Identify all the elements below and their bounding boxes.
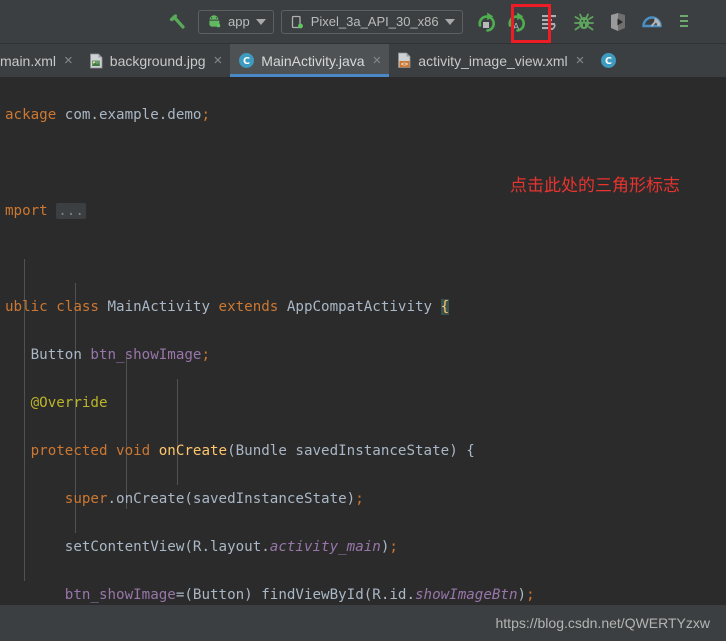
- instruction-annotation: 点击此处的三角形标志: [510, 176, 680, 196]
- code-editor[interactable]: ackage com.example.demo; mport ... ublic…: [0, 77, 726, 605]
- hammer-icon[interactable]: [165, 9, 191, 35]
- sync-project-with-gradle-files-icon[interactable]: [537, 9, 563, 35]
- apply-code-changes-icon[interactable]: A: [504, 9, 530, 35]
- code-line: protected void onCreate(Bundle savedInst…: [30, 443, 475, 459]
- android-device-icon: [288, 13, 306, 31]
- tab-background-jpg[interactable]: background.jpg ×: [81, 44, 231, 77]
- apply-changes-and-restart-activity-icon[interactable]: [473, 9, 499, 35]
- java-class-file-icon: C: [238, 52, 255, 69]
- image-file-icon: [89, 53, 104, 69]
- run-configuration-label: app: [228, 14, 250, 29]
- svg-text:C: C: [605, 56, 612, 67]
- code-line: super.onCreate(savedInstanceState);: [64, 491, 364, 507]
- code-line: mport ...: [5, 203, 86, 219]
- close-icon[interactable]: ×: [373, 53, 382, 68]
- xml-layout-file-icon: <>: [397, 52, 412, 69]
- code-line: ublic class MainActivity extends AppComp…: [5, 299, 450, 315]
- debug-icon[interactable]: [571, 9, 597, 35]
- code-line: @Override: [30, 395, 108, 411]
- svg-text:A: A: [513, 22, 520, 32]
- attach-debugger-icon[interactable]: [605, 9, 631, 35]
- source-code[interactable]: ackage com.example.demo; mport ... ublic…: [5, 79, 702, 605]
- tab-overflow-next[interactable]: C: [592, 44, 617, 77]
- more-options-icon[interactable]: [671, 9, 697, 35]
- main-toolbar: app Pixel_3a_API_30_x86 A: [0, 0, 726, 44]
- editor-tab-bar: main.xml × background.jpg × C MainActivi…: [0, 44, 726, 77]
- chevron-down-icon[interactable]: [255, 18, 266, 25]
- tab-mainactivity-java[interactable]: C MainActivity.java ×: [230, 44, 390, 77]
- device-selector[interactable]: Pixel_3a_API_30_x86: [280, 9, 463, 34]
- close-icon[interactable]: ×: [576, 53, 585, 68]
- collapsed-imports-region[interactable]: ...: [56, 203, 86, 219]
- code-line: ackage com.example.demo;: [5, 107, 211, 123]
- profiler-icon[interactable]: [639, 9, 665, 35]
- chevron-down-icon[interactable]: [444, 18, 455, 25]
- run-configuration-selector[interactable]: app: [198, 9, 274, 34]
- tab-main-xml[interactable]: main.xml ×: [0, 44, 81, 77]
- tab-label: background.jpg: [109, 52, 206, 69]
- android-robot-icon: [205, 13, 223, 31]
- blog-watermark: https://blog.csdn.net/QWERTYzxw: [495, 615, 711, 631]
- tab-label: main.xml: [0, 52, 57, 69]
- tab-label: MainActivity.java: [261, 52, 365, 69]
- android-studio-window: app Pixel_3a_API_30_x86 A main.xml × bac…: [0, 0, 726, 641]
- tab-label: activity_image_view.xml: [418, 52, 568, 69]
- close-icon[interactable]: ×: [214, 53, 223, 68]
- close-icon[interactable]: ×: [64, 53, 73, 68]
- svg-text:<>: <>: [401, 61, 409, 68]
- code-line: btn_showImage=(Button) findViewById(R.id…: [64, 587, 535, 603]
- code-line: setContentView(R.layout.activity_main);: [5, 539, 398, 555]
- device-label: Pixel_3a_API_30_x86: [310, 14, 439, 29]
- svg-text:C: C: [243, 56, 250, 67]
- code-line: Button btn_showImage;: [30, 347, 211, 363]
- status-bar: https://blog.csdn.net/QWERTYzxw: [0, 605, 726, 641]
- java-class-file-icon: C: [600, 52, 617, 69]
- tab-activity-image-view-xml[interactable]: <> activity_image_view.xml ×: [389, 44, 592, 77]
- toolbar-left-spacer: [0, 21, 165, 22]
